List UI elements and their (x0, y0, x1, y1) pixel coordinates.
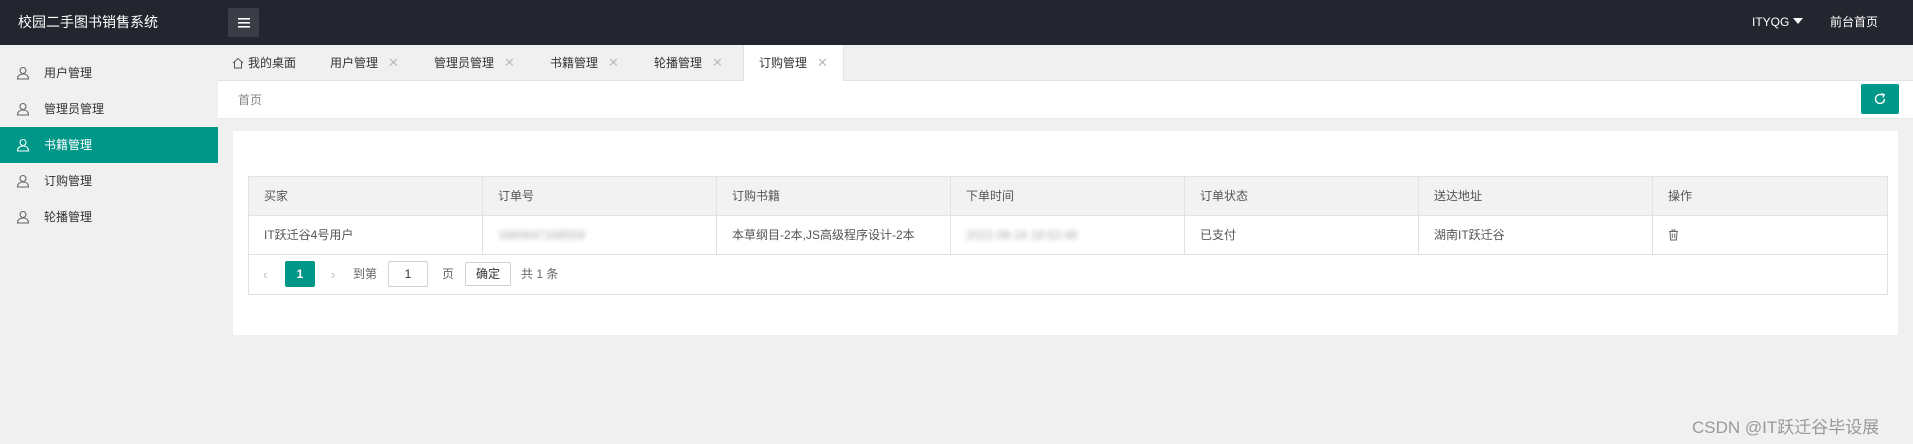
app-title: 校园二手图书销售系统 (18, 14, 158, 30)
sidebar-item-label: 订购管理 (44, 174, 93, 188)
buyer-cell: IT跃迁谷4号用户 (249, 216, 483, 255)
tab-bar: 我的桌面 用户管理 ✕ 管理员管理 ✕ 书籍管理 ✕ 轮播管理 ✕ 订购管理 ✕ (218, 45, 1913, 82)
page-unit-label: 页 (442, 267, 455, 281)
menu-toggle-button[interactable] (228, 8, 259, 37)
sidebar-item-carousel[interactable]: 轮播管理 (0, 199, 218, 235)
tab-label: 轮播管理 (654, 56, 703, 70)
tab-carousel[interactable]: 轮播管理 ✕ (654, 45, 723, 81)
sidebar-item-label: 书籍管理 (44, 138, 93, 152)
front-page-link[interactable]: 前台首页 (1830, 0, 1878, 45)
breadcrumb-bar: 首页 (218, 81, 1913, 119)
close-icon[interactable]: ✕ (504, 55, 515, 70)
sidebar-item-orders[interactable]: 订购管理 (0, 163, 218, 199)
refresh-button[interactable] (1861, 84, 1899, 114)
tab-label: 管理员管理 (434, 56, 495, 70)
column-header: 订购书籍 (717, 177, 951, 216)
tab-orders[interactable]: 订购管理 ✕ (743, 45, 844, 82)
content-card: 买家 订单号 订购书籍 下单时间 订单状态 送达地址 操作 IT跃迁谷4号用户 … (233, 131, 1898, 335)
column-header: 下单时间 (951, 177, 1185, 216)
status-cell: 已支付 (1185, 216, 1419, 255)
books-cell: 本草纲目-2本,JS高级程序设计-2本 (717, 216, 951, 255)
page-input[interactable] (388, 261, 428, 287)
top-bar: 校园二手图书销售系统 ITYQG 前台首页 (0, 0, 1913, 45)
close-icon[interactable]: ✕ (388, 55, 399, 70)
prev-page-button[interactable]: ‹ (263, 267, 267, 282)
sidebar-item-admins[interactable]: 管理员管理 (0, 91, 218, 127)
order-no-cell: 1660647168559 (483, 216, 717, 255)
caret-down-icon (1793, 18, 1804, 24)
goto-label: 到第 (353, 267, 378, 281)
current-page[interactable]: 1 (285, 261, 315, 287)
column-header: 订单状态 (1185, 177, 1419, 216)
sidebar-item-books[interactable]: 书籍管理 (0, 127, 218, 163)
column-header: 买家 (249, 177, 483, 216)
address-cell: 湖南IT跃迁谷 (1419, 216, 1653, 255)
trash-icon[interactable] (1668, 229, 1679, 241)
user-icon (16, 174, 30, 188)
tab-books[interactable]: 书籍管理 ✕ (550, 45, 619, 81)
confirm-button[interactable]: 确定 (465, 262, 511, 286)
sidebar-item-label: 轮播管理 (44, 210, 93, 224)
user-icon (16, 102, 30, 116)
close-icon[interactable]: ✕ (608, 55, 619, 70)
table-row: IT跃迁谷4号用户 1660647168559 本草纲目-2本,JS高级程序设计… (249, 216, 1887, 255)
tab-desktop[interactable]: 我的桌面 (232, 45, 296, 81)
refresh-icon (1874, 92, 1886, 105)
time-cell: 2022-08-16 18:52:48 (951, 216, 1185, 255)
user-icon (16, 66, 30, 80)
tab-label: 订购管理 (759, 56, 808, 70)
sidebar-item-users[interactable]: 用户管理 (0, 55, 218, 91)
watermark: CSDN @IT跃迁谷毕设展 (1692, 418, 1880, 437)
orders-table: 买家 订单号 订购书籍 下单时间 订单状态 送达地址 操作 IT跃迁谷4号用户 … (248, 176, 1888, 295)
breadcrumb[interactable]: 首页 (238, 81, 262, 119)
column-header: 送达地址 (1419, 177, 1653, 216)
sidebar: 用户管理 管理员管理 书籍管理 订购管理 轮播管理 (0, 45, 218, 444)
order-no-value: 1660647168559 (498, 228, 585, 242)
column-header: 订单号 (483, 177, 717, 216)
sidebar-item-label: 用户管理 (44, 66, 93, 80)
time-value: 2022-08-16 18:52:48 (966, 228, 1078, 242)
close-icon[interactable]: ✕ (817, 55, 828, 70)
user-menu[interactable]: ITYQG (1752, 0, 1804, 45)
column-header: 操作 (1668, 189, 1693, 203)
tab-admins[interactable]: 管理员管理 ✕ (434, 45, 515, 81)
user-icon (16, 210, 30, 224)
tab-users[interactable]: 用户管理 ✕ (330, 45, 399, 81)
pagination: ‹ 1 › 到第 页 确定 共 1 条 (249, 255, 1887, 294)
home-icon (232, 57, 244, 69)
tab-label: 书籍管理 (550, 56, 599, 70)
table-header-row: 买家 订单号 订购书籍 下单时间 订单状态 送达地址 操作 (249, 177, 1887, 216)
action-cell (1653, 216, 1887, 255)
total-count: 共 1 条 (521, 267, 559, 281)
menu-icon (237, 17, 250, 28)
user-name: ITYQG (1752, 15, 1790, 29)
tab-label: 我的桌面 (248, 56, 297, 70)
next-page-button[interactable]: › (331, 267, 335, 282)
sidebar-item-label: 管理员管理 (44, 102, 105, 116)
user-icon (16, 138, 30, 152)
tab-label: 用户管理 (330, 56, 379, 70)
close-icon[interactable]: ✕ (712, 55, 723, 70)
